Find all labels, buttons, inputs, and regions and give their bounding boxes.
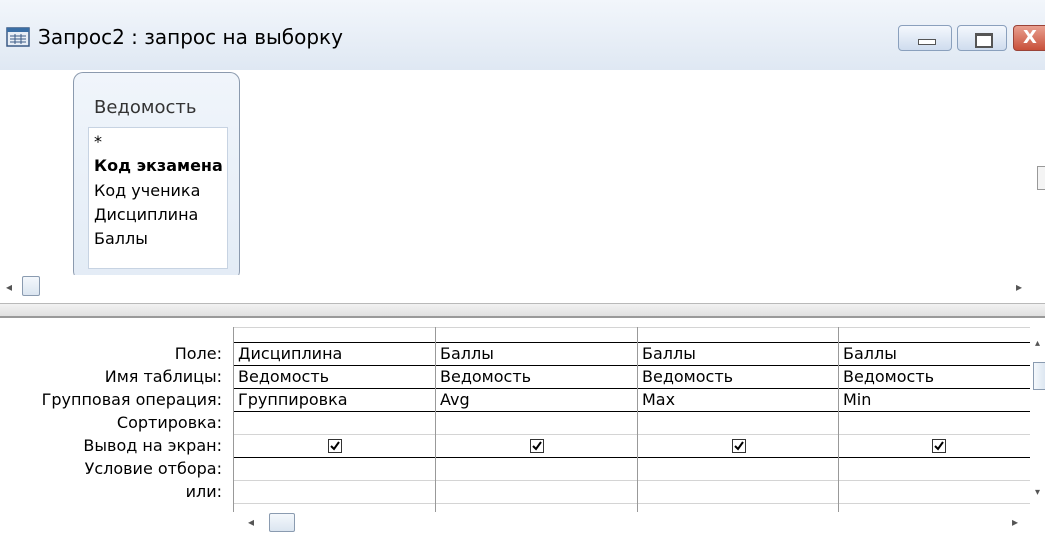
grid-horizontal-scroll-thumb[interactable] [269,513,295,532]
grid-line [233,457,1030,458]
table-name: Ведомость [94,97,197,118]
scroll-left-arrow-icon[interactable]: ◂ [248,515,254,529]
grid-cell-table[interactable]: Ведомость [642,367,733,386]
checkmark-icon [934,441,944,451]
field-item-all[interactable]: * [94,132,102,151]
grid-cell-field[interactable]: Баллы [440,344,494,363]
grid-line [233,434,1030,435]
grid-column-divider[interactable] [637,327,638,512]
checkmark-icon [532,441,542,451]
vertical-scrollbar-stub[interactable] [1037,166,1045,190]
query-window-icon [6,27,30,47]
scroll-up-arrow-icon[interactable]: ▴ [1035,338,1040,349]
show-checkbox[interactable] [328,439,342,453]
grid-line [233,365,1030,366]
minimize-icon [918,39,936,45]
scroll-down-arrow-icon[interactable]: ▾ [1035,487,1040,498]
row-label-group-op: Групповая операция: [41,390,222,409]
checkmark-icon [734,441,744,451]
show-checkbox[interactable] [932,439,946,453]
row-label-or: или: [185,482,222,501]
grid-cell-field[interactable]: Баллы [843,344,897,363]
pane-splitter[interactable] [0,303,1045,318]
field-item-primary-key[interactable]: Код экзамена [94,156,223,175]
close-button[interactable]: X [1013,25,1045,51]
row-label-field: Поле: [174,344,222,363]
upper-horizontal-scrollbar[interactable] [0,275,1045,297]
row-label-show: Вывод на экран: [83,436,222,455]
field-item[interactable]: Код ученика [94,181,200,200]
grid-line [233,327,1030,328]
grid-line [233,480,1030,481]
grid-line [233,411,1030,412]
grid-cell-table[interactable]: Ведомость [843,367,934,386]
close-icon: X [1023,27,1037,48]
grid-line [233,342,1030,343]
minimize-button[interactable] [898,25,952,51]
field-item[interactable]: Баллы [94,229,148,248]
window-title: Запрос2 : запрос на выборку [38,25,343,49]
grid-cell-group-op[interactable]: Avg [440,390,470,409]
grid-column-divider[interactable] [435,327,436,512]
title-bar[interactable]: Запрос2 : запрос на выборку X [0,0,1045,70]
grid-cell-group-op[interactable]: Min [843,390,871,409]
maximize-icon [975,33,993,48]
field-list[interactable]: * Код экзамена Код ученика Дисциплина Ба… [88,127,228,269]
grid-line [233,388,1030,389]
field-item[interactable]: Дисциплина [94,205,198,224]
scroll-left-arrow-icon[interactable]: ◂ [6,280,12,294]
row-label-criteria: Условие отбора: [84,459,222,478]
grid-cell-table[interactable]: Ведомость [238,367,329,386]
maximize-button[interactable] [957,25,1007,51]
grid-cell-field[interactable]: Дисциплина [238,344,342,363]
scroll-right-arrow-icon[interactable]: ▸ [1012,515,1018,529]
grid-cell-field[interactable]: Баллы [642,344,696,363]
grid-vertical-scroll-thumb[interactable] [1033,362,1045,390]
grid-cell-group-op[interactable]: Max [642,390,675,409]
upper-scroll-thumb[interactable] [22,276,40,296]
table-field-list-window[interactable]: Ведомость * Код экзамена Код ученика Дис… [73,72,240,281]
show-checkbox[interactable] [732,439,746,453]
scroll-right-arrow-icon[interactable]: ▸ [1016,280,1022,294]
table-design-pane: Ведомость * Код экзамена Код ученика Дис… [0,70,1045,281]
row-label-sort: Сортировка: [116,413,222,432]
grid-cell-table[interactable]: Ведомость [440,367,531,386]
grid-column-divider[interactable] [838,327,839,512]
grid-line [233,503,1030,504]
grid-column-divider [233,327,234,512]
show-checkbox[interactable] [530,439,544,453]
row-label-table: Имя таблицы: [104,367,222,386]
checkmark-icon [330,441,340,451]
grid-cell-group-op[interactable]: Группировка [238,390,348,409]
